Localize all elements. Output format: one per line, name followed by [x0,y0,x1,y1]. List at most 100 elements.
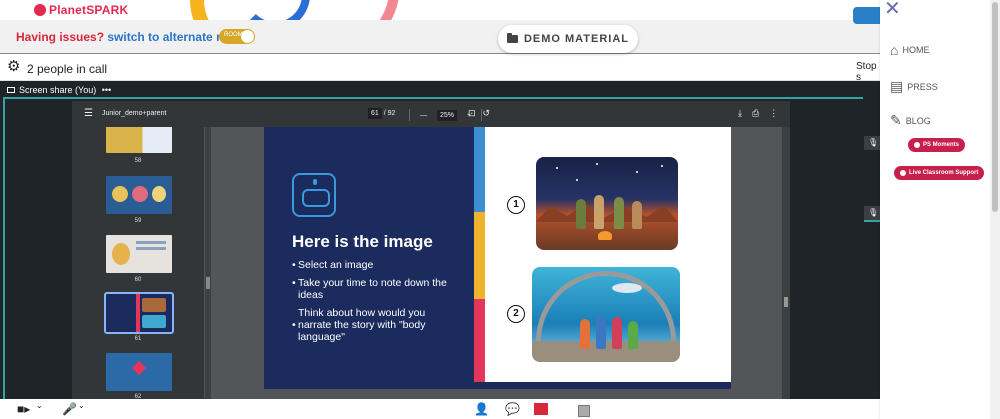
instruction-item: Think about how would you [298,307,426,319]
shark [612,283,642,293]
call-header: ⚙ 2 people in call Stop s [0,53,880,83]
star [636,171,638,173]
people-count: 2 people in call [27,62,108,76]
child-figure [632,201,642,229]
demo-material-button[interactable]: DEMO MATERIAL [498,25,638,53]
screen-share-tab[interactable]: Screen share (You) ••• [7,85,111,95]
instruction-item: Take your time to note down the ideas [292,277,467,301]
menu-icon[interactable]: ☰ [84,108,93,119]
ps-moments-button[interactable]: PS Moments [908,138,966,152]
toggle-knob [241,30,254,43]
page-scrollbar[interactable] [990,0,1000,419]
slide: Here is the image Select an image Take y… [264,127,731,389]
video-stage: Screen share (You) ••• ☰ Junior_demo+par… [0,81,880,399]
camera-icon[interactable]: ■▸ [17,402,30,416]
instruction-item: narrate the story with "body language" [292,319,467,343]
download-icon[interactable]: ⤓ [738,108,742,119]
screen-share-label: Screen share (You) [19,85,97,95]
microphone-icon[interactable]: 🎤 [62,402,77,416]
nav-blog[interactable]: ✎ BLOG [890,112,931,129]
pdf-page: Here is the image Select an image Take y… [264,127,731,389]
thumbnail-page[interactable] [106,353,172,391]
thumbnail-page-selected[interactable] [104,292,174,334]
more-options-icon[interactable]: ••• [102,85,111,95]
thumbnail-scrollbar[interactable] [205,127,211,399]
chevron-down-icon[interactable]: ⌄ [78,401,85,410]
thumbnail-number: 58 [134,158,142,164]
thumbnail-number: 60 [134,277,142,283]
mountains [536,204,678,222]
pencil-icon: ✎ [890,112,902,128]
chat-tab-button[interactable] [853,7,880,24]
planetspark-logo[interactable]: PlanetSPARK [34,3,128,17]
star [576,179,578,181]
gear-icon[interactable]: ⚙ [7,59,20,74]
issues-bar: Having issues? switch to alternate room … [0,20,880,53]
view-tools: ⊡ ↺ [468,108,490,119]
participant-tile[interactable]: 🎙 [864,136,880,150]
scrollbar-thumb[interactable] [206,277,210,289]
camping-image[interactable] [536,157,678,250]
fit-page-icon[interactable]: ⊡ [468,108,476,119]
screen-icon [7,87,15,93]
stop-share-button[interactable]: Stop s [856,61,880,83]
room-toggle[interactable]: ROOM [219,29,255,44]
nav-blog-label: BLOG [905,115,931,126]
zoom-out-button[interactable]: — [420,112,427,119]
thumbnail-number: 59 [134,218,142,224]
campfire [598,231,612,240]
more-icon[interactable]: ⋮ [769,108,778,119]
whiteboard-icon[interactable] [578,405,590,417]
option-number-badge: 1 [507,196,525,214]
demo-material-label: DEMO MATERIAL [523,33,630,45]
pdf-viewer: ☰ Junior_demo+parent 61 / 92 — 25% + ⊡ ↺… [72,101,790,399]
nav-press-label: PRESS [907,81,938,92]
rotate-icon[interactable]: ↺ [483,108,491,119]
home-icon: ⌂ [890,42,899,58]
participants-icon[interactable]: 👤 [474,402,489,416]
slide-panel: Here is the image Select an image Take y… [264,127,474,389]
slide-footer-band [264,382,731,389]
room-toggle-label: ROOM [224,32,243,38]
close-icon[interactable]: ✕ [884,0,901,19]
pdf-filename: Junior_demo+parent [102,110,167,117]
slide-title: Here is the image [292,232,433,251]
print-icon[interactable]: ⎙ [752,108,759,119]
child-figure [576,199,586,229]
child-figure [594,195,604,229]
aquarium-image[interactable] [532,267,680,362]
share-indicator [3,97,863,99]
child-figure [614,197,624,229]
page-scrollbar[interactable] [782,127,790,399]
child-figure [596,315,606,349]
nav-home[interactable]: ⌂ HOME [890,42,929,58]
folder-icon [506,33,518,43]
live-support-button[interactable]: Live Classroom Support [894,166,985,180]
thumbnail-page[interactable] [106,235,172,273]
chevron-down-icon[interactable]: ⌄ [36,401,43,410]
star [556,167,558,169]
tunnel-arch [536,271,676,341]
mic-icon: 🎙 [868,138,879,147]
color-stripe [474,212,485,299]
child-figure [628,321,638,349]
scrollbar-thumb[interactable] [992,2,998,212]
thumbnail-number: 61 [134,336,142,342]
side-navigation: ✕ ⌂ HOME ▤ PRESS ✎ BLOG PS Moments Live Cla… [880,0,990,419]
thumbnail-page[interactable] [106,127,172,153]
zoom-value[interactable]: 25% [437,109,458,121]
live-support-label: Live Classroom Support [909,170,979,176]
close-circle-icon [900,170,906,176]
stop-screen-share-icon[interactable] [534,403,548,415]
file-tools: ⤓ ⎙ ⋮ [738,108,778,119]
child-figure [612,317,622,349]
nav-press[interactable]: ▤ PRESS [890,78,938,95]
page-number-input[interactable]: 61 [368,108,382,119]
tunnel-floor [532,341,680,362]
color-stripe [474,127,485,212]
thumbnail-page[interactable] [106,176,172,214]
participant-tile[interactable]: 🎙 [864,206,880,222]
chat-icon[interactable]: 💬 [505,402,520,416]
logo-text: PlanetSPARK [49,3,129,17]
ps-moments-label: PS Moments [923,142,960,148]
